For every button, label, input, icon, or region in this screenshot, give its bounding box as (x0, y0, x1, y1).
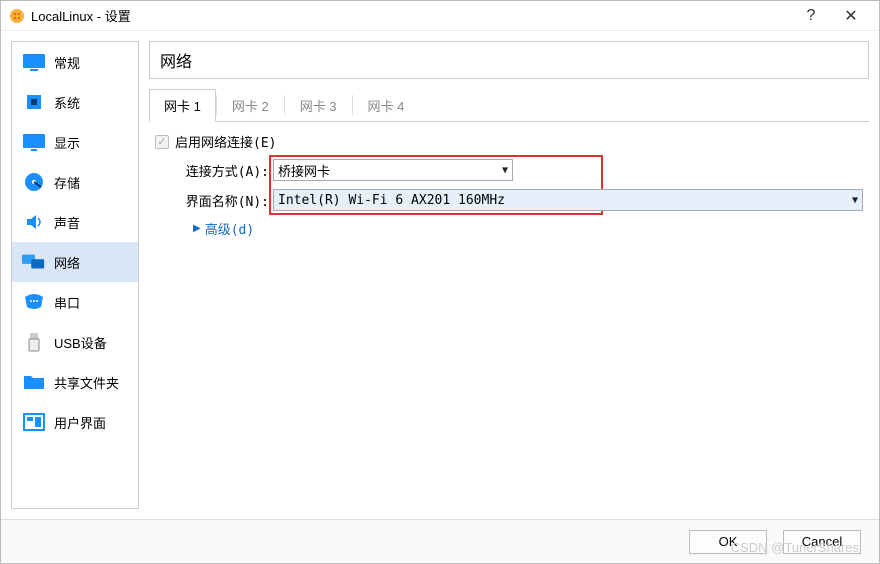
usb-icon (22, 332, 46, 352)
sidebar-item-label: 网络 (54, 253, 80, 272)
sidebar-item-shared[interactable]: 共享文件夹 (12, 362, 138, 402)
attach-select[interactable]: 桥接网卡 ▼ (273, 159, 513, 181)
sidebar-item-audio[interactable]: 声音 (12, 202, 138, 242)
network-icon (22, 252, 46, 272)
chip-icon (22, 92, 46, 112)
monitor-icon (22, 52, 46, 72)
enable-row: ✓ 启用网络连接(E) (155, 132, 863, 151)
advanced-toggle[interactable]: ▶ 高级(d) (193, 219, 254, 238)
sidebar-item-display[interactable]: 显示 (12, 122, 138, 162)
main-panel: 网络 网卡 1 网卡 2 网卡 3 网卡 4 ✓ 启用网络连接(E) (149, 41, 869, 509)
sidebar-item-system[interactable]: 系统 (12, 82, 138, 122)
sidebar-item-label: USB设备 (54, 333, 107, 352)
attach-value: 桥接网卡 (278, 161, 330, 180)
app-icon (9, 8, 25, 24)
iface-select[interactable]: Intel(R) Wi-Fi 6 AX201 160MHz ▼ (273, 189, 863, 211)
tab-nic1[interactable]: 网卡 1 (149, 89, 216, 122)
sidebar-item-label: 存储 (54, 173, 80, 192)
window-title: LocalLinux - 设置 (31, 6, 791, 25)
sidebar-item-usb[interactable]: USB设备 (12, 322, 138, 362)
titlebar: LocalLinux - 设置 ? ✕ (1, 1, 879, 31)
serial-icon (22, 292, 46, 312)
form-area: ✓ 启用网络连接(E) 连接方式(A): 桥接网卡 ▼ 界面名称(N): (149, 122, 869, 509)
sidebar-item-label: 串口 (54, 293, 80, 312)
chevron-down-icon: ▼ (852, 195, 858, 206)
folder-icon (22, 372, 46, 392)
iface-value: Intel(R) Wi-Fi 6 AX201 160MHz (278, 193, 505, 208)
window-body: 常规 系统 显示 存储 (1, 31, 879, 519)
attach-row: 连接方式(A): 桥接网卡 ▼ (177, 159, 863, 181)
sidebar-item-label: 用户界面 (54, 413, 106, 432)
display-icon (22, 132, 46, 152)
sidebar-item-label: 共享文件夹 (54, 373, 119, 392)
sidebar-item-serial[interactable]: 串口 (12, 282, 138, 322)
advanced-label: 高级(d) (205, 219, 254, 238)
settings-window: LocalLinux - 设置 ? ✕ 常规 系统 (0, 0, 880, 564)
sidebar-item-general[interactable]: 常规 (12, 42, 138, 82)
sidebar: 常规 系统 显示 存储 (11, 41, 139, 509)
sidebar-item-label: 显示 (54, 133, 80, 152)
iface-row: 界面名称(N): Intel(R) Wi-Fi 6 AX201 160MHz ▼ (177, 189, 863, 211)
dialog-footer: OK Cancel CSDN @TunerShares (1, 519, 879, 563)
ui-icon (22, 412, 46, 432)
sidebar-item-network[interactable]: 网络 (12, 242, 138, 282)
sidebar-item-ui[interactable]: 用户界面 (12, 402, 138, 442)
triangle-right-icon: ▶ (193, 223, 201, 234)
advanced-row: ▶ 高级(d) (155, 219, 863, 238)
sidebar-item-label: 常规 (54, 53, 80, 72)
cancel-button[interactable]: Cancel (783, 530, 861, 554)
page-title: 网络 (149, 41, 869, 79)
help-button[interactable]: ? (791, 1, 831, 31)
chevron-down-icon: ▼ (502, 165, 508, 176)
sidebar-item-label: 声音 (54, 213, 80, 232)
attach-label: 连接方式(A): (177, 161, 273, 180)
sidebar-item-label: 系统 (54, 93, 80, 112)
enable-checkbox[interactable]: ✓ (155, 135, 169, 149)
nic-tabs: 网卡 1 网卡 2 网卡 3 网卡 4 (149, 89, 869, 122)
tab-nic3[interactable]: 网卡 3 (285, 89, 352, 122)
tab-nic2[interactable]: 网卡 2 (217, 89, 284, 122)
sidebar-item-storage[interactable]: 存储 (12, 162, 138, 202)
close-button[interactable]: ✕ (831, 1, 871, 31)
speaker-icon (22, 212, 46, 232)
ok-button[interactable]: OK (689, 530, 767, 554)
tab-nic4[interactable]: 网卡 4 (353, 89, 420, 122)
enable-label: 启用网络连接(E) (175, 132, 276, 151)
disk-icon (22, 172, 46, 192)
iface-label: 界面名称(N): (177, 191, 273, 210)
